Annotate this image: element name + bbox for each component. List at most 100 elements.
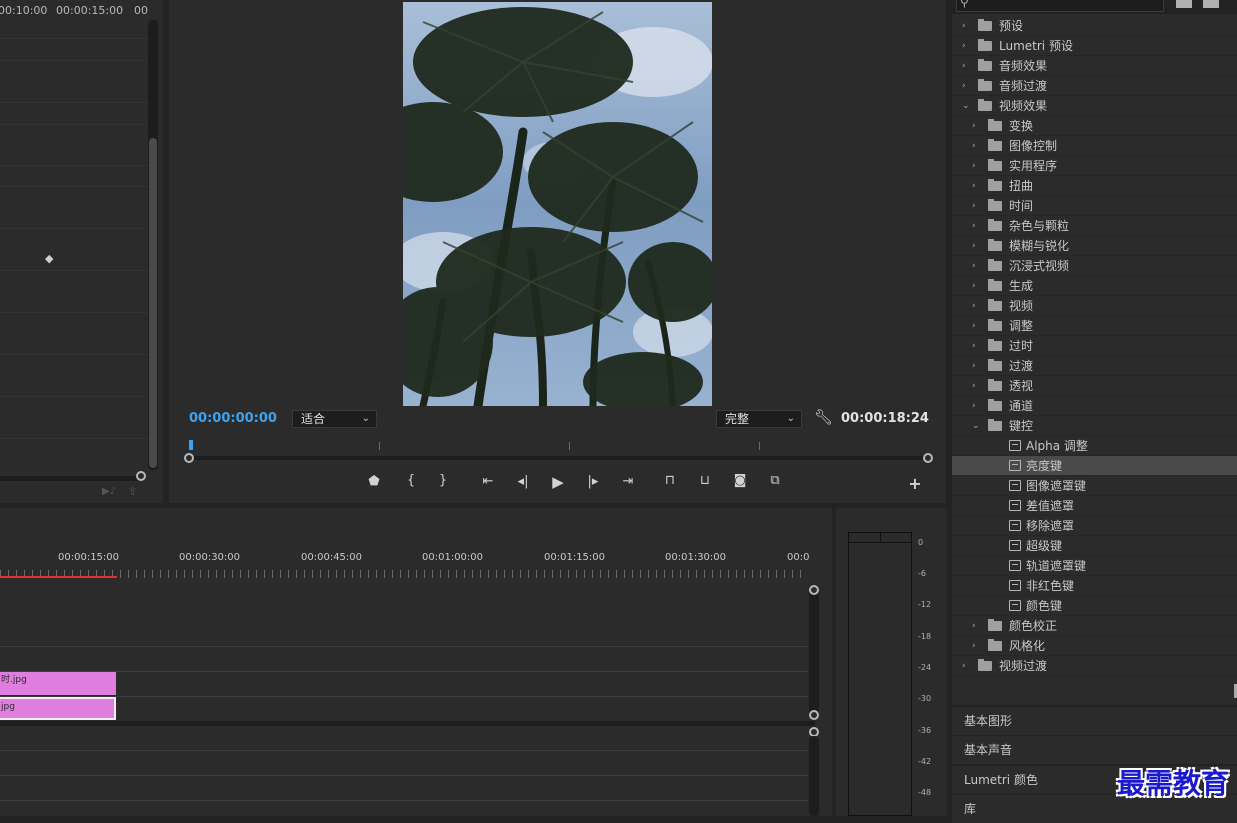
effects-tree-item[interactable]: ›沉浸式视频 [952,256,1237,276]
chevron-right-icon[interactable]: › [972,336,976,356]
effects-tree-item[interactable]: ›视频过渡 [952,656,1237,676]
effects-tree-item[interactable]: 非红色键 [952,576,1237,596]
effects-tree-item[interactable]: ›图像控制 [952,136,1237,156]
video-clip[interactable]: 时.jpg [0,672,116,695]
effects-tree-item[interactable]: ›过渡 [952,356,1237,376]
play-icon[interactable]: ▶ [549,473,567,491]
chevron-right-icon[interactable]: › [972,196,976,216]
track-scroll-handle[interactable] [809,585,819,595]
chevron-right-icon[interactable]: › [972,316,976,336]
effects-tree-item[interactable]: ›杂色与颗粒 [952,216,1237,236]
step-forward-icon[interactable]: |▸ [584,474,602,489]
ec-scrollbar-thumb[interactable] [149,138,157,468]
effects-tree-item[interactable]: ›扭曲 [952,176,1237,196]
compare-icon[interactable]: ⧉ [766,473,784,488]
chevron-right-icon[interactable]: › [962,36,966,56]
keyframe-icon[interactable]: ◆ [45,252,53,265]
effects-tree-item[interactable]: 差值遮罩 [952,496,1237,516]
timeline-ruler-ticks[interactable] [0,570,808,578]
go-to-out-icon[interactable]: ⇥ [619,474,637,489]
go-to-in-icon[interactable]: ⇤ [479,474,497,489]
quality-dropdown[interactable]: 完整 ⌄ [716,410,802,428]
video-clip-selected[interactable]: jpg [0,697,116,720]
chevron-right-icon[interactable]: › [972,636,976,656]
ec-hscrollbar[interactable] [0,476,138,481]
effects-tree-item[interactable]: ›风格化 [952,636,1237,656]
effects-tree-item[interactable]: 图像遮罩键 [952,476,1237,496]
effects-tree-item[interactable]: ›调整 [952,316,1237,336]
ec-hscroll-handle[interactable] [136,471,146,481]
32bit-effects-icon[interactable] [1203,0,1219,8]
monitor-ruler[interactable] [189,440,929,450]
ec-scrollbar[interactable] [148,20,158,470]
effects-tree-item[interactable]: ›模糊与锐化 [952,236,1237,256]
effects-tree-item[interactable]: ⌄视频效果 [952,96,1237,116]
chevron-right-icon[interactable]: › [972,276,976,296]
zoom-scrollbar[interactable] [189,456,929,460]
effects-tree-item[interactable]: ⌄键控 [952,416,1237,436]
audio-tracks-scrollbar[interactable] [809,736,819,816]
panel-tab-essential-sound[interactable]: 基本声音 [952,736,1237,764]
effects-tree-item[interactable]: ›实用程序 [952,156,1237,176]
ec-audio-icon[interactable]: ▶♪ [102,486,116,497]
chevron-right-icon[interactable]: › [972,296,976,316]
panel-tab-essential-graphics[interactable]: 基本图形 [952,707,1237,735]
mark-out-icon[interactable]: } [434,473,452,488]
effects-tree-item[interactable]: ›音频过渡 [952,76,1237,96]
zoom-scroll-end-handle[interactable] [923,453,933,463]
fit-dropdown[interactable]: 适合 ⌄ [292,410,377,428]
monitor-playhead[interactable] [189,440,193,450]
chevron-right-icon[interactable]: › [962,656,966,676]
chevron-right-icon[interactable]: › [972,136,976,156]
chevron-right-icon[interactable]: › [972,376,976,396]
current-timecode[interactable]: 00:00:00:00 [189,411,277,426]
work-area-bar[interactable] [0,576,117,578]
lift-icon[interactable]: ⊓ [661,473,679,488]
effects-tree-item[interactable]: ›Lumetri 预设 [952,36,1237,56]
video-tracks-scrollbar[interactable] [809,590,819,715]
chevron-right-icon[interactable]: › [972,356,976,376]
chevron-right-icon[interactable]: › [972,156,976,176]
effects-tree-item[interactable]: 超级键 [952,536,1237,556]
effects-tree-item[interactable]: ›音频效果 [952,56,1237,76]
chevron-right-icon[interactable]: › [972,396,976,416]
mark-in-icon[interactable]: { [402,473,420,488]
chevron-right-icon[interactable]: › [972,236,976,256]
effects-tree-item[interactable]: ›视频 [952,296,1237,316]
chevron-right-icon[interactable]: › [962,16,966,36]
effects-tree-item[interactable]: 移除遮罩 [952,516,1237,536]
chevron-right-icon[interactable]: › [972,176,976,196]
zoom-scroll-start-handle[interactable] [184,453,194,463]
chevron-right-icon[interactable]: › [962,56,966,76]
effects-search-input[interactable]: ⚲ [956,0,1164,12]
chevron-right-icon[interactable]: › [972,216,976,236]
chevron-right-icon[interactable]: › [972,616,976,636]
add-button-icon[interactable]: + [906,474,924,493]
chevron-down-icon[interactable]: ⌄ [972,416,980,436]
effects-tree-item[interactable]: Alpha 调整 [952,436,1237,456]
effects-tree-item[interactable]: 亮度键 [952,456,1237,476]
effects-tree-item[interactable]: ›过时 [952,336,1237,356]
chevron-right-icon[interactable]: › [972,256,976,276]
effects-tree-item[interactable]: ›变换 [952,116,1237,136]
step-back-icon[interactable]: ◂| [514,474,532,489]
track-separator[interactable] [0,721,815,726]
effects-tree-item[interactable]: ›通道 [952,396,1237,416]
effects-tree-item[interactable]: ›生成 [952,276,1237,296]
effects-tree-item[interactable]: 颜色键 [952,596,1237,616]
effects-tree-item[interactable]: ›透视 [952,376,1237,396]
wrench-icon[interactable]: 🔧︎ [814,408,833,426]
chevron-right-icon[interactable]: › [972,116,976,136]
effects-tree-item[interactable]: ›预设 [952,16,1237,36]
effects-tree-item[interactable]: ›时间 [952,196,1237,216]
ec-export-icon[interactable]: ⇪ [128,485,137,498]
accelerated-effects-icon[interactable] [1176,0,1192,8]
track-scroll-handle[interactable] [809,710,819,720]
chevron-right-icon[interactable]: › [962,76,966,96]
effects-tree-item[interactable]: 轨道遮罩键 [952,556,1237,576]
camera-icon[interactable]: ◙ [731,473,749,488]
marker-icon[interactable]: ⬟ [365,474,383,489]
extract-icon[interactable]: ⊔ [696,473,714,488]
chevron-down-icon[interactable]: ⌄ [962,96,970,116]
effects-tree-item[interactable]: ›颜色校正 [952,616,1237,636]
